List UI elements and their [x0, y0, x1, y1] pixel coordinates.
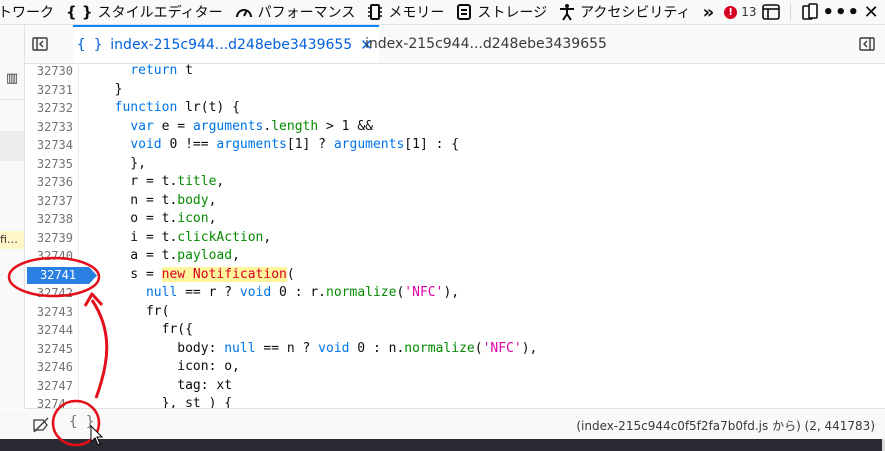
breakpoint-line-number[interactable]: 32741 — [27, 266, 89, 285]
error-count: 13 — [741, 5, 757, 19]
tab-network[interactable]: トワーク — [0, 0, 60, 24]
line-number[interactable]: 32745 — [25, 340, 73, 359]
code-editor[interactable]: 32730 32731 32732 32733 32734 32735 32736 32737… — [25, 64, 885, 408]
tab-network-label: トワーク — [0, 5, 54, 21]
error-icon: ! — [724, 5, 738, 19]
accessibility-icon — [559, 3, 575, 21]
sidebar-divider — [0, 99, 24, 100]
disable-breakpoints-icon[interactable] — [33, 417, 49, 433]
toolbar-divider — [790, 3, 792, 21]
code-line: } — [99, 81, 123, 97]
toggle-right-panel-icon[interactable] — [859, 36, 875, 52]
gauge-icon — [235, 4, 253, 20]
code-line-paused: s = new Notification( — [99, 266, 295, 282]
tab-performance[interactable]: パフォーマンス — [229, 0, 362, 24]
tab-source[interactable]: index-215c944...d248ebe3439655 — [365, 25, 607, 63]
sidebar-selected-row[interactable] — [0, 131, 24, 161]
more-icon[interactable]: ••• — [823, 2, 860, 23]
devtools-toolbar: トワーク { } スタイルエディター パフォーマンス メモリー ストレージ アク… — [0, 0, 885, 25]
code-line: icon: o, — [99, 359, 240, 374]
code-line: void 0 !== arguments[1] ? arguments[1] :… — [130, 137, 460, 152]
tab-source-active[interactable]: { } index-215c944...d248ebe3439655 ✕ — [73, 25, 379, 63]
code-line: fr( — [99, 303, 170, 319]
line-number[interactable]: 32738 — [25, 210, 73, 229]
pretty-print-button[interactable]: { } — [69, 414, 94, 430]
code-line: body: null == n ? void 0 : n.normalize('… — [99, 340, 538, 356]
line-number[interactable]: 3274_ — [25, 395, 73, 408]
double-chevron-right-icon[interactable]: » — [697, 2, 721, 23]
line-number[interactable]: 32730 — [25, 64, 73, 81]
code-line: null == r ? void 0 : r.normalize('NFC'), — [145, 285, 460, 300]
line-number[interactable]: 32739 — [25, 229, 73, 248]
sources-sidebar: ▥ fi… — [0, 25, 25, 408]
braces-icon: { } — [66, 3, 93, 21]
code-line: function lr(t) { — [114, 100, 240, 115]
code-line: tag: xt — [99, 377, 233, 393]
editor-footer: { } (index-215c944c0f5f2fa7b0fd.js から) (… — [0, 408, 885, 440]
tab-storage-label: ストレージ — [477, 5, 548, 21]
tab-memory[interactable]: メモリー — [361, 0, 450, 24]
code-line: return t — [130, 64, 193, 78]
line-number[interactable]: 32735 — [25, 155, 73, 174]
sidebar-partial-item-label: fi… — [0, 233, 18, 246]
window-bottom-edge — [0, 439, 885, 451]
memory-chip-icon — [367, 3, 383, 21]
error-count-badge[interactable]: ! 13 — [724, 5, 756, 19]
line-number[interactable]: 32744 — [25, 321, 73, 340]
line-number[interactable]: 32746 — [25, 358, 73, 377]
line-number[interactable]: 32737 — [25, 192, 73, 211]
line-number[interactable]: 32743 — [25, 303, 73, 322]
code-line: n = t.body, — [99, 192, 217, 208]
tab-accessibility-label: アクセシビリティ — [580, 5, 691, 21]
line-number[interactable]: 32736 — [25, 173, 73, 192]
tab-style-editor-label: スタイルエディター — [97, 5, 223, 21]
tab-style-editor[interactable]: { } スタイルエディター — [60, 0, 229, 24]
line-number[interactable]: 32733 — [25, 118, 73, 137]
line-number[interactable]: 32732 — [25, 99, 73, 118]
line-number[interactable]: 32747 — [25, 377, 73, 396]
pretty-print-tab-icon: { } — [77, 37, 103, 53]
responsive-design-icon[interactable] — [801, 2, 819, 22]
line-number[interactable]: 32740 — [25, 247, 73, 266]
split-console-icon[interactable] — [762, 2, 781, 22]
source-location-text: (index-215c944c0f5f2fa7b0fd.js から) (2, 4… — [576, 419, 875, 433]
bar-chart-icon[interactable]: ▥ — [0, 71, 24, 91]
code-line: }, st ) { — [99, 396, 233, 408]
tab-storage[interactable]: ストレージ — [450, 0, 553, 24]
toggle-sidebar-icon[interactable] — [32, 36, 48, 52]
footer-corner — [0, 409, 25, 440]
close-icon[interactable]: ✕ — [863, 2, 879, 23]
line-number-gutter[interactable]: 32730 32731 32732 32733 32734 32735 32736 32737… — [25, 64, 97, 408]
code-line: o = t.icon, — [99, 211, 217, 226]
tab-memory-label: メモリー — [388, 5, 445, 21]
line-number[interactable]: 32742 — [25, 284, 73, 303]
code-line: i = t.clickAction, — [99, 229, 272, 245]
tab-source-active-label: index-215c944...d248ebe3439655 — [110, 37, 353, 53]
code-line: r = t.title, — [99, 174, 225, 189]
line-number[interactable]: 32731 — [25, 81, 73, 100]
tab-performance-label: パフォーマンス — [257, 5, 356, 21]
tab-source-label: index-215c944...d248ebe3439655 — [365, 36, 607, 52]
editor-tabs-bar: { } index-215c944...d248ebe3439655 ✕ ind… — [25, 25, 885, 64]
code-line: var e = arguments.length > 1 && — [130, 118, 373, 134]
storage-icon — [456, 3, 472, 21]
tab-accessibility[interactable]: アクセシビリティ — [553, 0, 696, 24]
code-line: a = t.payload, — [99, 248, 240, 263]
sidebar-partial-item[interactable]: fi… — [0, 231, 24, 249]
line-number[interactable]: 32734 — [25, 136, 73, 155]
code-line: }, — [99, 155, 146, 171]
code-line: fr({ — [99, 322, 193, 337]
